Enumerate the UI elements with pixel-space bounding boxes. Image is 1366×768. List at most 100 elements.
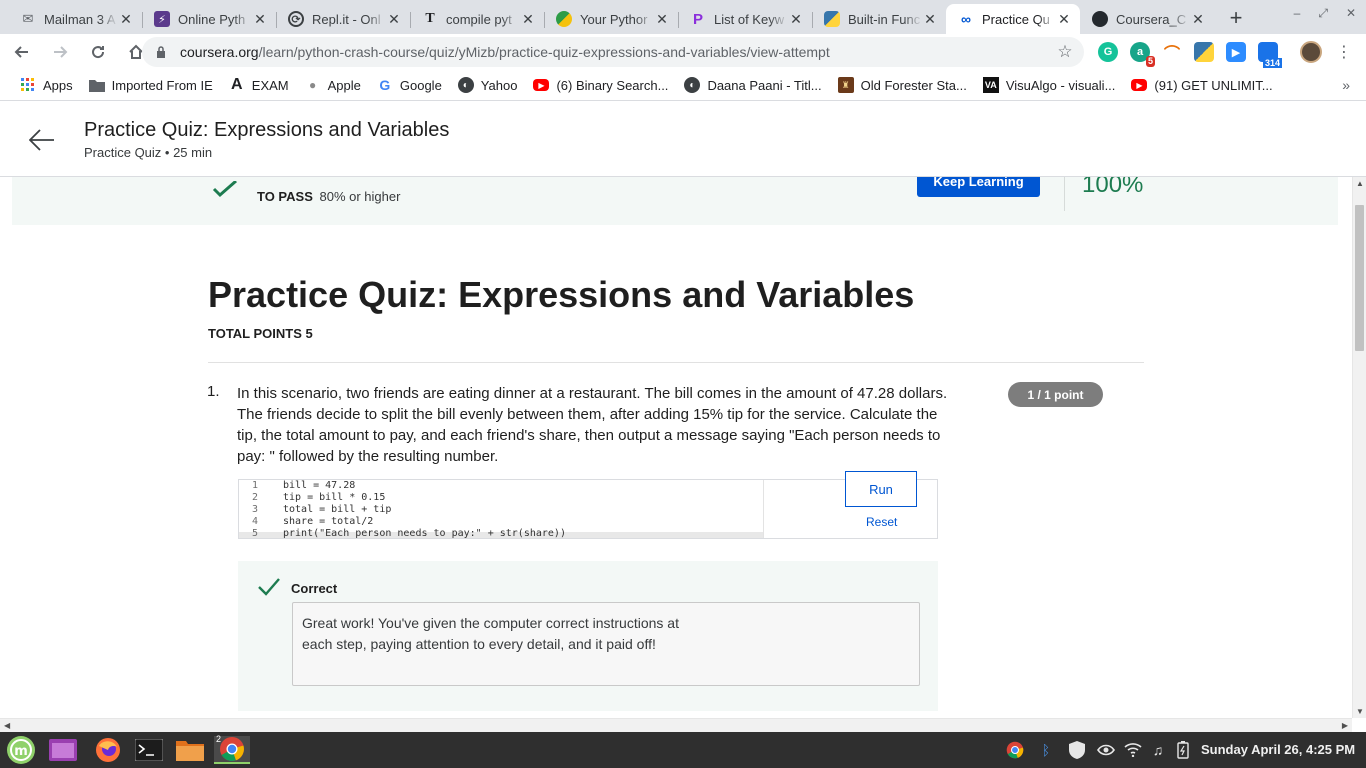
firefox-icon[interactable] (93, 736, 123, 764)
window-count: 2 (216, 734, 222, 744)
battery-icon[interactable] (1173, 740, 1193, 760)
chrome-taskbar-icon[interactable]: 2 (214, 734, 250, 764)
feedback-text: Great work! You've given the computer co… (302, 615, 679, 652)
profile-avatar[interactable] (1300, 41, 1322, 63)
code-text: bill = 47.28 (283, 480, 356, 491)
rainbow-extension-icon[interactable]: ⌒ (1162, 42, 1182, 63)
sound-icon[interactable]: ♫ (1148, 740, 1168, 760)
code-area[interactable]: 1 bill = 47.28 2 tip = bill * 0.15 3 total … (239, 480, 764, 538)
divider (208, 362, 1144, 363)
show-desktop-icon[interactable] (48, 736, 78, 764)
files-icon[interactable] (175, 736, 205, 764)
reload-button[interactable] (82, 36, 114, 68)
globe-icon: ◐ (457, 77, 474, 93)
zoom-extension-icon[interactable]: ▶ (1226, 42, 1246, 62)
close-window-icon[interactable]: ✕ (1346, 6, 1356, 21)
bookmark-yahoo[interactable]: ◐ Yahoo (450, 73, 526, 97)
feedback-box: Great work! You've given the computer co… (292, 602, 920, 686)
restore-icon[interactable]: ⤢ (1318, 6, 1328, 21)
tab-compile-python[interactable]: T compile pyt ✕ (410, 4, 544, 34)
close-icon[interactable]: ✕ (788, 11, 804, 27)
code-text: share = total/2 (283, 516, 374, 527)
back-to-course-button[interactable] (28, 126, 56, 154)
tab-coursera-github[interactable]: Coursera_C ✕ (1080, 4, 1214, 34)
tab-list-of-keywords[interactable]: P List of Keyw ✕ (678, 4, 812, 34)
tab-replit[interactable]: ⟳ Repl.it - Onl ✕ (276, 4, 410, 34)
back-arrow-icon (14, 46, 28, 58)
close-icon[interactable]: ✕ (654, 11, 670, 27)
more-menu-icon[interactable]: ⋮ (1336, 42, 1352, 62)
code-line: 3 total = bill + tip (239, 504, 391, 516)
vertical-scrollbar[interactable]: ▲ ▼ (1352, 177, 1366, 718)
tab-title: Repl.it - Onl (312, 11, 381, 27)
tab-title: List of Keyw (714, 11, 785, 27)
grammarly-icon[interactable]: G (1098, 42, 1118, 62)
new-tab-button[interactable]: + (1222, 4, 1250, 32)
extension-a-icon[interactable]: a5 (1130, 42, 1155, 67)
close-icon[interactable]: ✕ (118, 11, 134, 27)
shield-icon: ♜ (837, 77, 854, 93)
chrome-tray-icon[interactable] (1005, 740, 1025, 760)
bookmark-old-forester[interactable]: ♜ Old Forester Sta... (830, 73, 975, 97)
forward-button[interactable] (44, 36, 76, 68)
shield-tray-icon[interactable] (1067, 740, 1087, 760)
youtube-icon: ▶ (533, 79, 550, 91)
youtube-icon: ▶ (1131, 79, 1148, 91)
bookmark-binary-search[interactable]: ▶ (6) Binary Search... (525, 73, 676, 97)
address-bar[interactable]: coursera.org/learn/python-crash-course/q… (142, 37, 1084, 67)
scrollbar-thumb[interactable] (1355, 205, 1364, 351)
tab-online-python[interactable]: ⚡ Online Pyth ✕ (142, 4, 276, 34)
bookmark-daana-paani[interactable]: ◐ Daana Paani - Titl... (676, 73, 829, 97)
google-icon: G (379, 77, 391, 93)
bookmark-apps[interactable]: Apps (12, 73, 81, 97)
close-icon[interactable]: ✕ (1056, 11, 1072, 27)
to-pass-value: 80% or higher (319, 189, 401, 204)
code-text: total = bill + tip (283, 504, 392, 515)
bookmark-visualgo[interactable]: VA VisuAlgo - visuali... (975, 73, 1124, 97)
code-editor[interactable]: 1 bill = 47.28 2 tip = bill * 0.15 3 total … (238, 479, 938, 539)
bookmark-label: Google (399, 77, 442, 93)
minimize-icon[interactable]: – (1294, 6, 1301, 21)
scroll-down-icon[interactable]: ▼ (1356, 707, 1364, 716)
nvidia-icon[interactable] (1096, 740, 1116, 760)
star-icon[interactable]: ☆ (1056, 42, 1074, 61)
close-icon[interactable]: ✕ (520, 11, 536, 27)
scroll-left-icon[interactable]: ◀ (4, 721, 10, 730)
line-number: 2 (251, 492, 259, 503)
scroll-up-icon[interactable]: ▲ (1356, 179, 1364, 188)
taskbar-clock[interactable]: Sunday April 26, 4:25 PM (1201, 742, 1355, 757)
keep-learning-button[interactable]: Keep Learning (917, 177, 1040, 197)
p-icon: P (692, 10, 703, 28)
bookmark-google[interactable]: G Google (369, 73, 450, 97)
bookmarks-bar: Apps Imported From IE A EXAM ● Apple G G… (0, 70, 1366, 101)
bookmark-label: Apps (43, 77, 73, 93)
bookmark-exam[interactable]: A EXAM (221, 73, 297, 97)
tab-your-python[interactable]: Your Pythor ✕ (544, 4, 678, 34)
grade-banner: TO PASS 80% or higher Keep Learning 100% (12, 177, 1338, 225)
tab-mailman[interactable]: ✉ Mailman 3 A ✕ (8, 4, 142, 34)
horizontal-scrollbar[interactable]: ◀ ▶ (0, 718, 1352, 732)
bookmark-get-unlimited[interactable]: ▶ (91) GET UNLIMIT... (1123, 73, 1280, 97)
scroll-right-icon[interactable]: ▶ (1342, 721, 1348, 730)
terminal-icon[interactable] (134, 736, 164, 764)
line-number: 5 (251, 528, 259, 538)
wifi-icon[interactable] (1123, 740, 1143, 760)
mint-menu-icon[interactable]: m (4, 736, 38, 764)
bluetooth-icon[interactable]: ᛒ (1036, 740, 1056, 760)
close-icon[interactable]: ✕ (386, 11, 402, 27)
coursera-icon: ∞ (961, 11, 971, 27)
tab-built-in-functions[interactable]: Built-in Func ✕ (812, 4, 946, 34)
bookmark-imported-from-ie[interactable]: Imported From IE (81, 73, 221, 97)
close-icon[interactable]: ✕ (1190, 11, 1206, 27)
python-extension-icon[interactable] (1194, 42, 1214, 62)
tab-title: compile pyt (446, 11, 512, 27)
close-icon[interactable]: ✕ (922, 11, 938, 27)
chevron-right-double-icon[interactable]: » (1342, 77, 1350, 93)
meet-extension-icon[interactable]: 314 (1258, 42, 1282, 68)
code-line: 2 tip = bill * 0.15 (239, 492, 385, 504)
bookmark-apple[interactable]: ● Apple (297, 73, 369, 97)
tab-practice-quiz[interactable]: ∞ Practice Qu ✕ (946, 4, 1080, 34)
back-button[interactable] (6, 36, 38, 68)
forward-arrow-icon (54, 46, 68, 58)
close-icon[interactable]: ✕ (252, 11, 268, 27)
